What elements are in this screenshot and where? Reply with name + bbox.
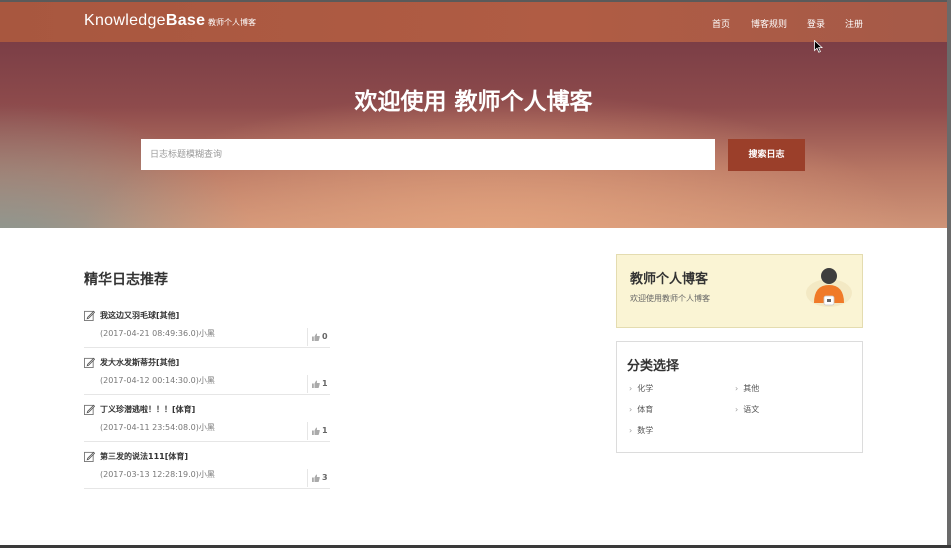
post-title-link[interactable]: 丁义珍潜逃啦！！！[体育] bbox=[100, 404, 195, 415]
like-button[interactable]: 0 bbox=[307, 328, 330, 346]
edit-icon bbox=[84, 310, 95, 321]
nav-login-link[interactable]: 登录 bbox=[807, 17, 825, 30]
list-item: 发大水发斯蒂芬[其他] (2017-04-12 00:14:30.0)小黑 1 bbox=[84, 349, 330, 395]
category-link[interactable]: › 体育 bbox=[629, 404, 653, 415]
chevron-right-icon: › bbox=[629, 405, 633, 414]
list-item: 我这边又羽毛球[其他] (2017-04-21 08:49:36.0)小黑 0 bbox=[84, 302, 330, 348]
chevron-right-icon: › bbox=[735, 405, 739, 414]
profile-card: 教师个人博客 欢迎使用教师个人博客 bbox=[616, 254, 863, 328]
post-meta: (2017-03-13 12:28:19.0)小黑 bbox=[100, 470, 215, 479]
chevron-right-icon: › bbox=[629, 384, 633, 393]
featured-heading: 精华日志推荐 bbox=[84, 272, 168, 288]
edit-icon bbox=[84, 404, 95, 415]
like-count: 3 bbox=[322, 473, 328, 482]
brand-subtitle: 教师个人博客 bbox=[208, 18, 256, 27]
post-title-link[interactable]: 第三发的说法111[体育] bbox=[100, 451, 188, 462]
list-item: 丁义珍潜逃啦！！！[体育] (2017-04-11 23:54:08.0)小黑 … bbox=[84, 396, 330, 442]
like-button[interactable]: 1 bbox=[307, 422, 330, 440]
thumbs-up-icon bbox=[312, 380, 320, 388]
category-link[interactable]: › 语文 bbox=[735, 404, 759, 415]
post-title-link[interactable]: 我这边又羽毛球[其他] bbox=[100, 310, 179, 321]
like-button[interactable]: 1 bbox=[307, 375, 330, 393]
post-title-link[interactable]: 发大水发斯蒂芬[其他] bbox=[100, 357, 179, 368]
post-meta: (2017-04-21 08:49:36.0)小黑 bbox=[100, 329, 215, 338]
chevron-right-icon: › bbox=[735, 384, 739, 393]
category-label: 体育 bbox=[637, 405, 654, 414]
profile-name: 教师个人博客 bbox=[630, 272, 709, 287]
top-navbar: KnowledgeBase 教师个人博客 首页 博客规则 登录 注册 bbox=[0, 2, 947, 42]
hero-title: 欢迎使用 教师个人博客 bbox=[354, 89, 593, 115]
category-label: 数学 bbox=[637, 426, 654, 435]
search-input[interactable] bbox=[141, 139, 715, 170]
edit-icon bbox=[84, 357, 95, 368]
like-count: 1 bbox=[322, 379, 328, 388]
category-heading: 分类选择 bbox=[627, 359, 680, 374]
category-panel: 分类选择 › 化学 › 其他 › 体育 › 语文 › 数学 bbox=[616, 341, 863, 453]
brand-logo[interactable]: KnowledgeBase bbox=[84, 12, 205, 30]
like-count: 1 bbox=[322, 426, 328, 435]
profile-subtitle: 欢迎使用教师个人博客 bbox=[630, 294, 710, 303]
list-item: 第三发的说法111[体育] (2017-03-13 12:28:19.0)小黑 … bbox=[84, 443, 330, 489]
like-button[interactable]: 3 bbox=[307, 469, 330, 487]
user-avatar-icon bbox=[806, 268, 852, 307]
edit-icon bbox=[84, 451, 95, 462]
category-label: 其他 bbox=[743, 384, 760, 393]
post-meta: (2017-04-12 00:14:30.0)小黑 bbox=[100, 376, 215, 385]
category-link[interactable]: › 化学 bbox=[629, 383, 653, 394]
category-link[interactable]: › 数学 bbox=[629, 425, 653, 436]
search-button[interactable]: 搜索日志 bbox=[728, 139, 805, 171]
thumbs-up-icon bbox=[312, 427, 320, 435]
category-label: 语文 bbox=[743, 405, 760, 414]
nav-register-link[interactable]: 注册 bbox=[845, 17, 863, 30]
post-meta: (2017-04-11 23:54:08.0)小黑 bbox=[100, 423, 215, 432]
hero-banner: 欢迎使用 教师个人博客 搜索日志 bbox=[0, 42, 947, 228]
category-label: 化学 bbox=[637, 384, 654, 393]
like-count: 0 bbox=[322, 332, 328, 341]
chevron-right-icon: › bbox=[629, 426, 633, 435]
window-right-border bbox=[947, 0, 951, 548]
nav-blog-rules-link[interactable]: 博客规则 bbox=[751, 17, 787, 30]
nav-home-link[interactable]: 首页 bbox=[712, 17, 730, 30]
thumbs-up-icon bbox=[312, 474, 320, 482]
category-link[interactable]: › 其他 bbox=[735, 383, 759, 394]
thumbs-up-icon bbox=[312, 333, 320, 341]
mouse-cursor-icon bbox=[814, 40, 823, 53]
